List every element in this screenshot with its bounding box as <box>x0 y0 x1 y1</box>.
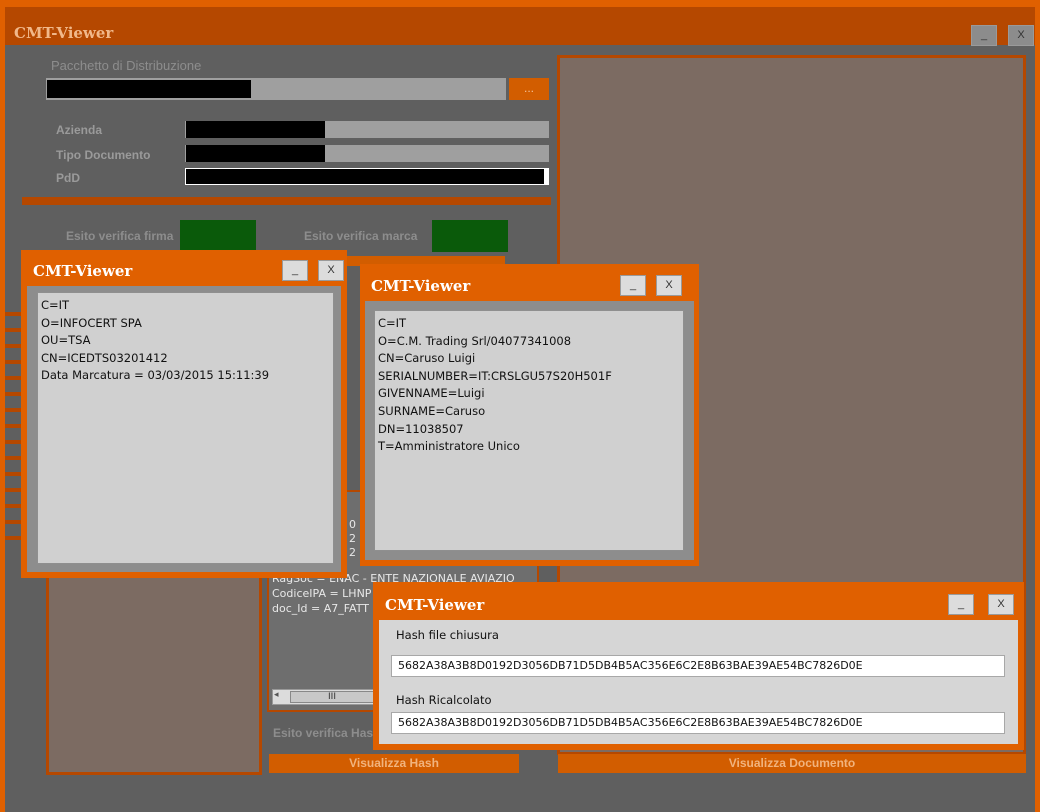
firma-line-4: SERIALNUMBER=IT:CRSLGU57S20H501F <box>378 368 612 383</box>
esito-firma-status <box>180 220 256 252</box>
main-window-title: CMT-Viewer <box>14 24 114 42</box>
firma-line-3: CN=Caruso Luigi <box>378 351 476 366</box>
azienda-label: Azienda <box>56 123 103 137</box>
popup-marca-close-button[interactable]: X <box>318 260 344 281</box>
firma-line-7: DN=11038507 <box>378 421 464 436</box>
popup-firma-close-button[interactable]: X <box>656 275 682 296</box>
esito-hash-label: Esito verifica Has <box>273 726 374 740</box>
details-fragment-2: 2 <box>349 532 356 545</box>
esito-firma-label: Esito verifica firma <box>66 229 174 243</box>
main-title-bar <box>5 7 1035 45</box>
firma-line-5: GIVENNAME=Luigi <box>378 386 485 401</box>
firma-line-8: T=Amministratore Unico <box>378 439 520 454</box>
pdd-value-redacted <box>186 169 544 184</box>
package-value-redacted <box>47 80 251 98</box>
popup-hash-title: CMT-Viewer <box>385 596 485 614</box>
marca-line-5: Data Marcatura = 03/03/2015 15:11:39 <box>41 368 270 383</box>
hash-ricalcolato-field[interactable]: 5682A38A3B8D0192D3056DB71D5DB4B5AC356E6C… <box>391 712 1005 734</box>
tipo-documento-label: Tipo Documento <box>56 148 151 162</box>
pdd-label: PdD <box>56 171 80 185</box>
esito-marca-label: Esito verifica marca <box>304 229 418 243</box>
popup-firma-minimize-button[interactable]: _ <box>620 275 646 296</box>
hash-chiusura-label: Hash file chiusura <box>396 628 499 642</box>
main-minimize-button[interactable]: _ <box>971 25 997 46</box>
popup-marca-minimize-button[interactable]: _ <box>282 260 308 281</box>
visualizza-hash-button[interactable]: Visualizza Hash <box>269 754 519 773</box>
details-fragment-1: 0 <box>349 518 356 531</box>
hash-chiusura-field[interactable]: 5682A38A3B8D0192D3056DB71D5DB4B5AC356E6C… <box>391 655 1005 677</box>
azienda-value-redacted <box>186 121 325 138</box>
popup-firma-title: CMT-Viewer <box>371 277 471 295</box>
package-label: Pacchetto di Distribuzione <box>51 58 202 73</box>
marca-line-4: CN=ICEDTS03201412 <box>41 350 168 365</box>
bottom-left-panel <box>46 570 262 775</box>
hash-chiusura-value: 5682A38A3B8D0192D3056DB71D5DB4B5AC356E6C… <box>398 659 863 672</box>
details-line-codiceipa: CodiceIPA = LHNP <box>272 587 372 600</box>
details-fragment-3: 2 <box>349 546 356 559</box>
section-divider <box>22 197 551 205</box>
hash-ricalcolato-value: 5682A38A3B8D0192D3056DB71D5DB4B5AC356E6C… <box>398 716 863 729</box>
firma-line-6: SURNAME=Caruso <box>378 403 486 418</box>
marca-line-3: OU=TSA <box>41 333 91 348</box>
marca-line-2: O=INFOCERT SPA <box>41 315 142 330</box>
scroll-left-arrow-icon[interactable]: ◂ <box>274 690 279 700</box>
details-line-docid: doc_Id = A7_FATT <box>272 602 369 615</box>
marca-line-1: C=IT <box>41 298 70 312</box>
visualizza-documento-button[interactable]: Visualizza Documento <box>558 754 1026 773</box>
scroll-thumb-grip: III <box>328 692 336 702</box>
main-close-button[interactable]: X <box>1008 25 1034 46</box>
tipo-documento-value-redacted <box>186 145 325 162</box>
popup-firma-textarea[interactable]: C=IT O=C.M. Trading Srl/04077341008 CN=C… <box>374 310 684 551</box>
firma-line-2: O=C.M. Trading Srl/04077341008 <box>378 333 572 348</box>
popup-marca-textarea[interactable]: C=IT O=INFOCERT SPA OU=TSA CN=ICEDTS0320… <box>37 292 334 564</box>
popup-hash-minimize-button[interactable]: _ <box>948 594 974 615</box>
browse-button[interactable]: ... <box>509 78 549 100</box>
hash-ricalcolato-label: Hash Ricalcolato <box>396 693 492 707</box>
firma-line-1: C=IT <box>378 316 407 330</box>
scroll-thumb[interactable]: III <box>290 691 374 703</box>
popup-hash-close-button[interactable]: X <box>988 594 1014 615</box>
popup-marca-title: CMT-Viewer <box>33 262 133 280</box>
esito-marca-status <box>432 220 508 252</box>
